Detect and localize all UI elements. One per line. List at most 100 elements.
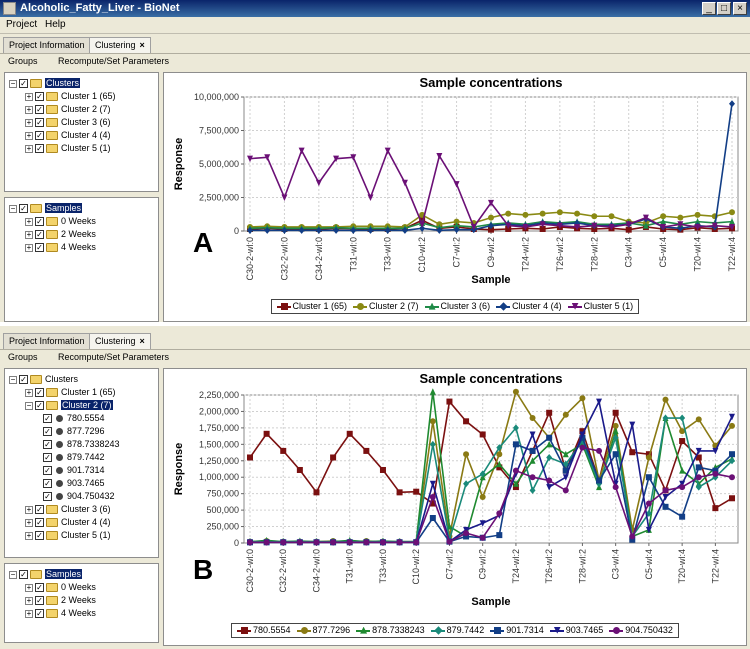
tree-node-week[interactable]: + ✓ 4 Weeks [25,241,96,253]
checkbox-icon[interactable]: ✓ [43,414,52,424]
tree-leaf-mass[interactable]: ✓ 879.7442 [43,451,105,463]
tree-leaf-mass[interactable]: ✓ 780.5554 [43,412,105,424]
expand-icon[interactable]: + [25,583,33,592]
checkbox-icon[interactable]: ✓ [19,204,28,214]
collapse-icon[interactable]: − [9,79,17,88]
recompute-button[interactable]: Recompute/Set Parameters [58,352,169,362]
collapse-icon[interactable]: − [25,401,33,410]
tree-node-cluster[interactable]: + ✓ Cluster 1 (65) [25,386,116,398]
tab-project-information[interactable]: Project Information [3,37,91,53]
tree-node-clusters[interactable]: − ✓ Clusters [9,373,78,385]
tree-leaf-mass[interactable]: ✓ 878.7338243 [43,438,120,450]
folder-icon [46,243,58,253]
tab-close-icon[interactable]: × [140,40,145,50]
tree-node-cluster[interactable]: + ✓ Cluster 5 (1) [25,529,111,541]
tree-leaf-mass[interactable]: ✓ 903.7465 [43,477,105,489]
expand-icon[interactable]: + [25,531,33,540]
tree-node-week[interactable]: + ✓ 0 Weeks [25,581,96,593]
data-point [363,539,370,546]
tree-node-cluster[interactable]: + ✓ Cluster 4 (4) [25,516,111,528]
expand-icon[interactable]: + [25,230,33,239]
tree-leaf-mass[interactable]: ✓ 904.750432 [43,490,115,502]
tree-node-cluster[interactable]: + ✓ Cluster 3 (6) [25,116,111,128]
checkbox-icon[interactable]: ✓ [43,479,52,489]
tree-node-cluster[interactable]: + ✓ Cluster 3 (6) [25,503,111,515]
checkbox-icon[interactable]: ✓ [19,79,28,89]
expand-icon[interactable]: + [25,243,33,252]
checkbox-icon[interactable]: ✓ [35,609,44,619]
tree-node-cluster[interactable]: + ✓ Cluster 2 (7) [25,103,111,115]
checkbox-icon[interactable]: ✓ [19,375,28,385]
checkbox-icon[interactable]: ✓ [35,230,44,240]
data-point [446,538,453,545]
checkbox-icon[interactable]: ✓ [35,388,44,398]
expand-icon[interactable]: + [25,131,33,140]
tree-leaf-mass[interactable]: ✓ 877.7296 [43,425,105,437]
checkbox-icon[interactable]: ✓ [35,105,44,115]
checkbox-icon[interactable]: ✓ [35,144,44,154]
expand-icon[interactable]: + [25,518,33,527]
expand-icon[interactable]: + [25,92,33,101]
checkbox-icon[interactable]: ✓ [35,531,44,541]
checkbox-icon[interactable]: ✓ [35,401,44,411]
expand-icon[interactable]: + [25,609,33,618]
tree-leaf-mass[interactable]: ✓ 901.7314 [43,464,105,476]
checkbox-icon[interactable]: ✓ [43,440,52,450]
checkbox-icon[interactable]: ✓ [35,92,44,102]
tree-node-week[interactable]: + ✓ 0 Weeks [25,215,96,227]
minimize-button[interactable]: _ [702,2,716,15]
checkbox-icon[interactable]: ✓ [43,453,52,463]
checkbox-icon[interactable]: ✓ [35,243,44,253]
collapse-icon[interactable]: − [9,570,17,579]
checkbox-icon[interactable]: ✓ [35,118,44,128]
tree-node-cluster[interactable]: + ✓ Cluster 4 (4) [25,129,111,141]
tree-node-cluster[interactable]: − ✓ Cluster 2 (7) [25,399,113,411]
tree-node-samples[interactable]: − ✓ Samples [9,202,83,214]
checkbox-icon[interactable]: ✓ [43,492,52,502]
expand-icon[interactable]: + [25,118,33,127]
tree-node-clusters[interactable]: − ✓ Clusters [9,77,81,89]
checkbox-icon[interactable]: ✓ [35,131,44,141]
expand-icon[interactable]: + [25,105,33,114]
expand-icon[interactable]: + [25,144,33,153]
recompute-button[interactable]: Recompute/Set Parameters [58,56,169,66]
tab-clustering[interactable]: Clustering × [89,333,151,349]
tree-node-cluster[interactable]: + ✓ Cluster 5 (1) [25,142,111,154]
data-point [379,466,386,473]
expand-icon[interactable]: + [25,388,33,397]
close-window-button[interactable]: × [733,2,747,15]
legend-item: Cluster 1 (65) [276,300,347,313]
maximize-button[interactable]: □ [717,2,731,15]
legend-swatch [430,625,445,635]
checkbox-icon[interactable]: ✓ [35,518,44,528]
folder-icon [46,230,58,240]
tree-node-week[interactable]: + ✓ 2 Weeks [25,594,96,606]
expand-icon[interactable]: + [25,596,33,605]
groups-button[interactable]: Groups [8,56,38,66]
tree-node-cluster[interactable]: + ✓ Cluster 1 (65) [25,90,116,102]
tree-node-samples[interactable]: − ✓ Samples [9,568,83,580]
checkbox-icon[interactable]: ✓ [35,583,44,593]
checkbox-icon[interactable]: ✓ [35,596,44,606]
legend-label: 879.7442 [446,625,485,635]
collapse-icon[interactable]: − [9,375,17,384]
data-point [346,430,353,437]
tree-node-week[interactable]: + ✓ 2 Weeks [25,228,96,240]
checkbox-icon[interactable]: ✓ [35,505,44,515]
tab-clustering[interactable]: Clustering × [89,37,151,53]
tab-close-icon[interactable]: × [140,336,145,346]
expand-icon[interactable]: + [25,505,33,514]
tree-node-week[interactable]: + ✓ 4 Weeks [25,607,96,619]
menu-project[interactable]: Project [6,19,37,30]
y-axis-label: Response [173,138,185,191]
chart-a: Sample concentrations 0 2,500,000 5,000,000… [163,72,747,322]
checkbox-icon[interactable]: ✓ [19,570,28,580]
expand-icon[interactable]: + [25,217,33,226]
checkbox-icon[interactable]: ✓ [43,427,52,437]
tab-project-information[interactable]: Project Information [3,333,91,349]
checkbox-icon[interactable]: ✓ [35,217,44,227]
collapse-icon[interactable]: − [9,204,17,213]
checkbox-icon[interactable]: ✓ [43,466,52,476]
groups-button[interactable]: Groups [8,352,38,362]
menu-help[interactable]: Help [45,19,66,30]
